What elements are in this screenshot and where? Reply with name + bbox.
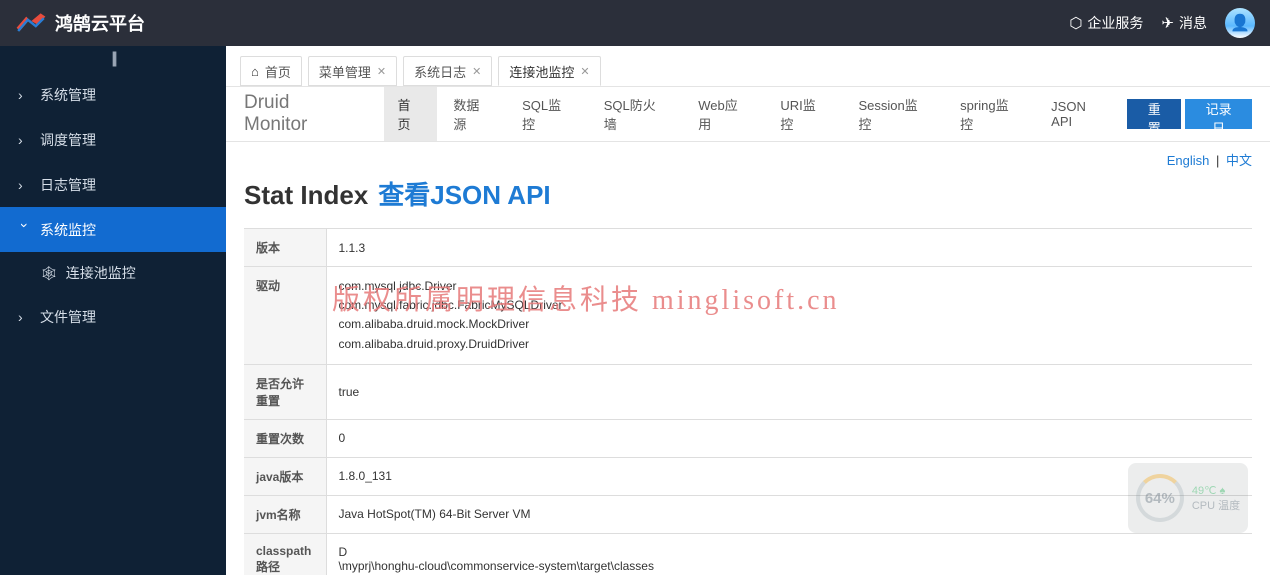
close-icon[interactable]: ✕ [377, 65, 386, 78]
avatar[interactable]: 👤 [1225, 8, 1255, 38]
monitor-title: Druid Monitor [244, 92, 358, 136]
tab-menu-manage[interactable]: 菜单管理 ✕ [308, 56, 397, 86]
tab-home[interactable]: ⌂ 首页 [240, 56, 302, 86]
row-value: D \myprj\honghu-cloud\commonservice-syst… [326, 533, 1252, 575]
header-bar: 鸿鹄云平台 ⬡ 企业服务 ✈ 消息 👤 [0, 0, 1270, 46]
chevron-right-icon: › [18, 132, 32, 148]
row-value: Java HotSpot(TM) 64-Bit Server VM [326, 495, 1252, 533]
stat-title: Stat Index [244, 180, 368, 211]
row-value: 0 [326, 419, 1252, 457]
stat-api-link[interactable]: 查看JSON API [378, 175, 550, 212]
chevron-right-icon: › [18, 309, 32, 325]
logo-icon [15, 11, 47, 35]
mnav-sql-wall[interactable]: SQL防火墙 [590, 87, 683, 141]
lang-english[interactable]: English [1167, 153, 1210, 168]
monitor-bar: Druid Monitor 首页 数据源 SQL监控 SQL防火墙 Web应用 … [226, 86, 1270, 142]
row-value: true [326, 364, 1252, 419]
mnav-home[interactable]: 首页 [384, 87, 438, 141]
table-row: 驱动 com.mysql.jdbc.Driver com.mysql.fabri… [244, 267, 1252, 365]
sidebar-item-file-manage[interactable]: › 文件管理 [0, 294, 226, 339]
table-row: 是否允许重置 true [244, 364, 1252, 419]
tab-pool-monitor[interactable]: 连接池监控 ✕ [498, 56, 600, 86]
enterprise-service-label: 企业服务 [1087, 13, 1143, 33]
gauge-percent: 64% [1136, 474, 1184, 522]
dashboard-icon: 🕸 [40, 265, 58, 282]
gauge-cpu-label: CPU 温度 [1192, 497, 1240, 513]
mnav-json-api[interactable]: JSON API [1037, 91, 1123, 137]
table-row: 版本 1.1.3 [244, 229, 1252, 267]
cube-icon: ⬡ [1069, 14, 1082, 32]
reset-button[interactable]: 重置 [1127, 99, 1181, 129]
mnav-datasource[interactable]: 数据源 [439, 87, 506, 141]
mnav-sql-monitor[interactable]: SQL监控 [508, 87, 588, 141]
gauge-temp: 49℃ [1192, 485, 1217, 497]
table-row: java版本 1.8.0_131 [244, 457, 1252, 495]
messages-link[interactable]: ✈ 消息 [1161, 13, 1207, 33]
leaf-icon: ♠ [1220, 485, 1226, 497]
sidebar: ||| › 系统管理 › 调度管理 › 日志管理 › 系统监控 🕸 连接池监控 … [0, 46, 226, 575]
row-label: classpath路径 [244, 533, 326, 575]
content-area: ⌂ 首页 菜单管理 ✕ 系统日志 ✕ 连接池监控 ✕ Druid Monitor… [226, 46, 1270, 575]
sidebar-subitem-pool-monitor[interactable]: 🕸 连接池监控 [0, 252, 226, 294]
mnav-uri-monitor[interactable]: URI监控 [766, 87, 842, 141]
logo-text: 鸿鹄云平台 [55, 10, 145, 36]
lang-chinese[interactable]: 中文 [1226, 153, 1252, 168]
row-value: 1.1.3 [326, 229, 1252, 267]
row-label: 驱动 [244, 267, 326, 365]
chevron-right-icon: › [18, 177, 32, 193]
close-icon[interactable]: ✕ [472, 65, 481, 78]
sidebar-collapse-toggle[interactable]: ||| [0, 46, 226, 72]
row-value: com.mysql.jdbc.Driver com.mysql.fabric.j… [326, 267, 1252, 365]
sidebar-item-system-monitor[interactable]: › 系统监控 [0, 207, 226, 252]
home-icon: ⌂ [251, 64, 259, 79]
monitor-nav: 首页 数据源 SQL监控 SQL防火墙 Web应用 URI监控 Session监… [384, 87, 1124, 141]
chevron-down-icon: › [17, 223, 33, 237]
mnav-web-app[interactable]: Web应用 [684, 87, 764, 141]
tab-system-log[interactable]: 系统日志 ✕ [403, 56, 492, 86]
tab-bar: ⌂ 首页 菜单管理 ✕ 系统日志 ✕ 连接池监控 ✕ [226, 46, 1270, 86]
send-icon: ✈ [1161, 14, 1174, 32]
table-row: classpath路径 D \myprj\honghu-cloud\common… [244, 533, 1252, 575]
cpu-gauge: 64% 49℃ ♠ CPU 温度 [1128, 463, 1248, 533]
enterprise-service-link[interactable]: ⬡ 企业服务 [1069, 13, 1143, 33]
row-label: 重置次数 [244, 419, 326, 457]
messages-label: 消息 [1179, 13, 1207, 33]
sidebar-item-schedule-manage[interactable]: › 调度管理 [0, 117, 226, 162]
row-label: java版本 [244, 457, 326, 495]
row-label: 是否允许重置 [244, 364, 326, 419]
stat-table: 版本 1.1.3 驱动 com.mysql.jdbc.Driver com.my… [244, 228, 1252, 575]
mnav-session-monitor[interactable]: Session监控 [844, 87, 944, 141]
log-button[interactable]: 记录日 [1185, 99, 1252, 129]
sidebar-item-system-manage[interactable]: › 系统管理 [0, 72, 226, 117]
mnav-spring-monitor[interactable]: spring监控 [946, 87, 1035, 141]
chevron-right-icon: › [18, 87, 32, 103]
logo-wrap[interactable]: 鸿鹄云平台 [15, 10, 145, 36]
close-icon[interactable]: ✕ [580, 65, 589, 78]
row-label: 版本 [244, 229, 326, 267]
table-row: 重置次数 0 [244, 419, 1252, 457]
row-value: 1.8.0_131 [326, 457, 1252, 495]
table-row: jvm名称 Java HotSpot(TM) 64-Bit Server VM [244, 495, 1252, 533]
row-label: jvm名称 [244, 495, 326, 533]
sidebar-item-log-manage[interactable]: › 日志管理 [0, 162, 226, 207]
lang-row: English | 中文 [226, 142, 1270, 169]
